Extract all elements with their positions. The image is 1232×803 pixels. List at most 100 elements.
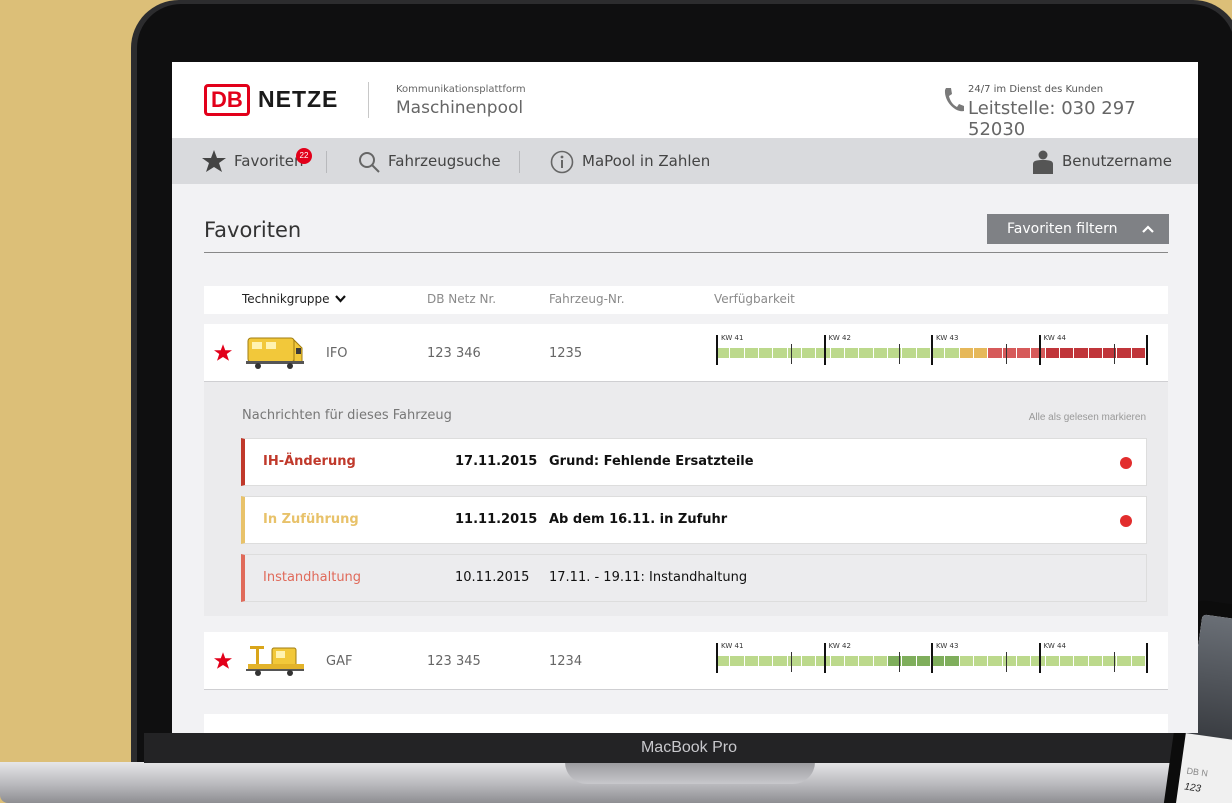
mark-all-read-link[interactable]: Alle als gelesen markieren bbox=[1029, 412, 1146, 423]
availability-segment bbox=[945, 656, 959, 666]
availability-segment bbox=[1017, 348, 1031, 358]
header-divider bbox=[368, 82, 369, 118]
day-divider bbox=[791, 344, 793, 364]
availability-segment bbox=[1002, 348, 1016, 358]
platform-subtitle: Kommunikationsplattform bbox=[396, 84, 526, 95]
nav-mapool-stats[interactable]: MaPool in Zahlen bbox=[582, 148, 710, 174]
week-label: KW 41 bbox=[721, 642, 744, 650]
availability-segment bbox=[1117, 348, 1131, 358]
nav-separator bbox=[519, 151, 520, 173]
week-divider bbox=[716, 335, 718, 365]
db-logo[interactable]: DB bbox=[204, 84, 250, 116]
rail-vehicle-icon bbox=[246, 337, 304, 369]
availability-segment bbox=[1131, 348, 1145, 358]
availability-segment bbox=[974, 656, 988, 666]
day-divider bbox=[1006, 344, 1008, 364]
user-icon bbox=[1033, 150, 1053, 174]
chevron-down-icon bbox=[335, 295, 347, 303]
app-header: DB NETZE Kommunikationsplattform Maschin… bbox=[172, 62, 1198, 140]
week-label: KW 42 bbox=[828, 334, 851, 342]
star-icon bbox=[202, 150, 226, 172]
availability-segment bbox=[1131, 656, 1145, 666]
availability-segment bbox=[830, 348, 844, 358]
filter-favorites-button[interactable]: Favoriten filtern bbox=[987, 214, 1169, 244]
nav-favorites-label: Favoriten bbox=[234, 152, 304, 170]
db-netz-nr-value: 123 345 bbox=[427, 654, 481, 669]
availability-timeline: KW 41 KW 42 KW 43 KW 44 bbox=[714, 642, 1148, 678]
message-item[interactable]: IH-Änderung 17.11.2015 Grund: Fehlende E… bbox=[241, 438, 1147, 486]
unread-indicator bbox=[1120, 515, 1132, 527]
fahrzeug-nr-value: 1234 bbox=[549, 654, 583, 669]
availability-segment bbox=[802, 656, 816, 666]
phone-text-line2: 123 bbox=[1183, 781, 1202, 795]
table-row[interactable]: GAF 123 345 1234 KW 41 KW 42 KW 43 KW 44 bbox=[204, 632, 1168, 690]
availability-segment bbox=[902, 656, 916, 666]
platform-title: Maschinenpool bbox=[396, 98, 524, 118]
technikgruppe-value: IFO bbox=[326, 346, 348, 361]
availability-segment bbox=[744, 348, 758, 358]
unread-indicator bbox=[1120, 457, 1132, 469]
column-db-netz-nr[interactable]: DB Netz Nr. bbox=[427, 292, 496, 306]
week-label: KW 43 bbox=[936, 642, 959, 650]
availability-segment bbox=[773, 348, 787, 358]
phone-text-line1: DB N bbox=[1185, 765, 1209, 779]
availability-segment bbox=[830, 656, 844, 666]
week-divider bbox=[1038, 643, 1041, 673]
availability-segment bbox=[773, 656, 787, 666]
favorite-star-icon[interactable] bbox=[214, 344, 232, 361]
availability-segment bbox=[845, 656, 859, 666]
favorites-count-badge: 22 bbox=[296, 148, 312, 164]
nav-username[interactable]: Benutzername bbox=[1062, 148, 1172, 174]
availability-segment bbox=[1088, 348, 1102, 358]
phone-icon bbox=[944, 88, 964, 112]
availability-segment bbox=[787, 348, 801, 358]
availability-segment bbox=[759, 656, 773, 666]
availability-segment bbox=[916, 348, 930, 358]
availability-timeline: KW 41 KW 42 KW 43 KW 44 bbox=[714, 334, 1148, 370]
day-divider bbox=[898, 652, 900, 672]
search-icon bbox=[359, 152, 380, 173]
laptop-bottom-bezel: MacBook Pro bbox=[144, 733, 1232, 763]
availability-segment bbox=[1045, 656, 1059, 666]
availability-segment bbox=[1117, 656, 1131, 666]
message-type: Instandhaltung bbox=[263, 570, 362, 585]
nav-favorites[interactable]: Favoriten bbox=[234, 148, 303, 174]
availability-segment bbox=[1002, 656, 1016, 666]
column-fahrzeug-nr[interactable]: Fahrzeug-Nr. bbox=[549, 292, 625, 306]
favorite-star-icon[interactable] bbox=[214, 652, 232, 669]
week-divider bbox=[823, 335, 826, 365]
week-divider bbox=[1146, 643, 1148, 673]
table-row[interactable]: IFO 123 346 1235 KW 41 KW 42 KW 43 KW 44 bbox=[204, 324, 1168, 382]
laptop-hinge-notch bbox=[565, 762, 815, 784]
page-title: Favoriten bbox=[204, 218, 302, 242]
title-divider bbox=[204, 252, 1168, 253]
availability-segment bbox=[916, 656, 930, 666]
nav-separator bbox=[326, 151, 327, 173]
column-technikgruppe-label: Technikgruppe bbox=[242, 292, 330, 306]
week-label: KW 43 bbox=[936, 334, 959, 342]
column-technikgruppe[interactable]: Technikgruppe bbox=[242, 292, 347, 306]
nav-vehicle-search[interactable]: Fahrzeugsuche bbox=[388, 148, 501, 174]
week-divider bbox=[931, 643, 933, 673]
table-header: Technikgruppe DB Netz Nr. Fahrzeug-Nr. V… bbox=[204, 286, 1168, 314]
message-item[interactable]: In Zuführung 11.11.2015 Ab dem 16.11. in… bbox=[241, 496, 1147, 544]
messages-panel: Nachrichten für dieses Fahrzeug Alle als… bbox=[204, 382, 1168, 616]
availability-segment bbox=[974, 348, 988, 358]
app-screen: DB NETZE Kommunikationsplattform Maschin… bbox=[172, 62, 1198, 733]
message-date: 17.11.2015 bbox=[455, 454, 538, 469]
availability-segment bbox=[945, 348, 959, 358]
availability-segment bbox=[1060, 348, 1074, 358]
laptop-brand-label: MacBook Pro bbox=[640, 739, 738, 756]
week-divider bbox=[1146, 335, 1148, 365]
hotline-number[interactable]: Leitstelle: 030 297 52030 bbox=[968, 98, 1198, 140]
day-divider bbox=[1113, 344, 1115, 364]
availability-segment bbox=[959, 656, 973, 666]
message-item[interactable]: Instandhaltung 10.11.2015 17.11. - 19.11… bbox=[241, 554, 1147, 602]
availability-segment bbox=[873, 348, 887, 358]
filter-button-label: Favoriten filtern bbox=[1007, 221, 1118, 237]
column-verfuegbarkeit: Verfügbarkeit bbox=[714, 292, 795, 306]
availability-segment bbox=[988, 348, 1002, 358]
day-divider bbox=[898, 344, 900, 364]
message-date: 11.11.2015 bbox=[455, 512, 538, 527]
availability-segment bbox=[873, 656, 887, 666]
